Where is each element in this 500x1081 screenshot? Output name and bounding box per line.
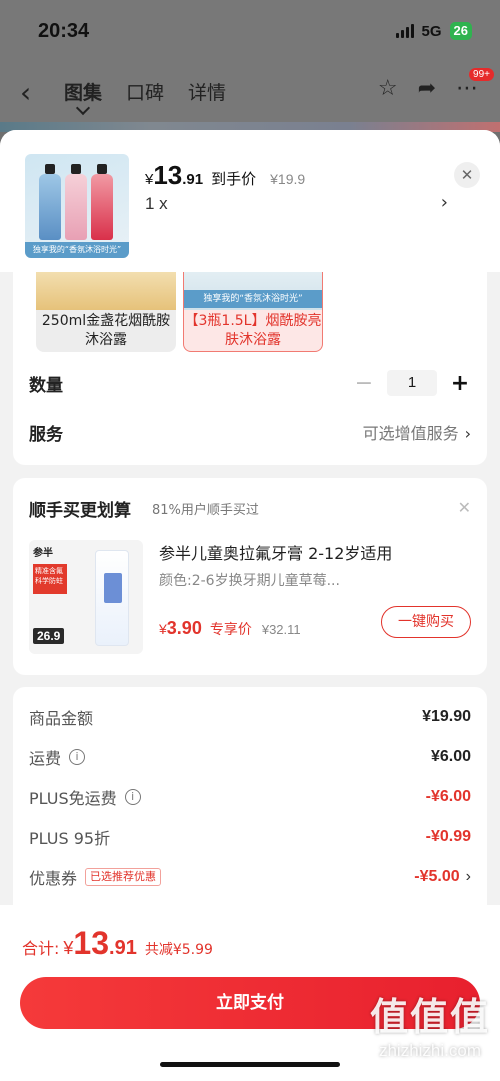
order-total: 合计: ¥ 13 .91 共减¥5.99 [22, 925, 213, 961]
status-bar: 20:34 5G 26 [0, 0, 500, 62]
watermark-logo: 值值值 [369, 995, 490, 1039]
image-price-tag: 26.9 [33, 628, 65, 644]
summary-row-subtotal: 商品金额 ¥19.90 [29, 708, 471, 728]
battery-icon: 26 [449, 22, 472, 40]
price-summary-card: 商品金额 ¥19.90 运费 i ¥6.00 PLUS免运费 i -¥6.00 PL… [13, 687, 487, 927]
summary-row-shipping: 运费 i ¥6.00 [29, 748, 471, 768]
product-price: ¥ 13 .91 到手价 ¥19.9 [145, 160, 306, 190]
recommended-product-variant: 颜色:2-6岁换牙期儿童草莓... [159, 573, 340, 589]
bottle-pink [65, 164, 87, 240]
share-icon[interactable]: ➦ [418, 76, 436, 101]
product-thumbnail: 独享我的“香氛沐浴时光” [25, 154, 129, 258]
star-icon[interactable]: ☆ [378, 76, 398, 101]
bottle-blue [39, 164, 61, 240]
variant-option-2[interactable]: 独享我的“香氛沐浴时光” 【3瓶1.5L】烟酰胺亮肤沐浴露 [183, 260, 323, 352]
chevron-right-icon: › [464, 424, 471, 443]
one-click-buy-button[interactable]: 一键购买 [381, 606, 471, 638]
price-label: 到手价 [211, 170, 257, 188]
coupon-value: -¥5.00 › [414, 868, 471, 885]
chevron-right-icon[interactable]: › [441, 192, 448, 213]
variant-caption: 独享我的“香氛沐浴时光” [184, 290, 322, 308]
tab-reviews[interactable]: 口碑 [126, 78, 164, 105]
summary-row-plus-free-shipping: PLUS免运费 i -¥6.00 [29, 788, 471, 808]
total-savings: 共减¥5.99 [144, 942, 213, 958]
quantity-input[interactable]: 1 [387, 370, 437, 396]
close-button[interactable]: ✕ [454, 162, 480, 188]
nav-tabs: 图集 口碑 详情 [64, 78, 226, 105]
recommendation-title: 顺手买更划算 [29, 501, 131, 521]
tab-gallery[interactable]: 图集 [64, 78, 102, 105]
status-time: 20:34 [38, 20, 90, 42]
summary-row-plus-discount: PLUS 95折 -¥0.99 [29, 828, 471, 848]
variant-option-1[interactable]: 250ml金盏花烟酰胺沐浴露 [36, 260, 176, 352]
service-label: 服务 [29, 424, 63, 445]
decrement-button[interactable]: − [353, 371, 375, 396]
info-icon[interactable]: i [69, 749, 86, 765]
service-row[interactable]: 服务 可选增值服务 › [29, 412, 471, 452]
thumbnail-caption: 独享我的“香氛沐浴时光” [25, 242, 129, 258]
variant-label: 250ml金盏花烟酰胺沐浴露 [41, 313, 171, 348]
coupon-tag: 已选推荐优惠 [85, 868, 162, 886]
recommended-product-price: ¥ 3.90 专享价 ¥32.11 [159, 618, 301, 638]
network-label: 5G [421, 22, 442, 40]
quantity-label: 数量 [29, 375, 63, 396]
recommended-product-image[interactable]: 参半 精准含氟科学防蛀 26.9 [29, 540, 143, 654]
chevron-right-icon: › [465, 868, 471, 885]
quantity-row: 数量 − 1 + [29, 363, 471, 403]
brand-label: 参半 [33, 548, 53, 559]
quantity-stepper: − 1 + [353, 370, 471, 396]
watermark-url: zhizhizhi.com [378, 1041, 482, 1060]
home-indicator[interactable] [160, 1062, 340, 1067]
nav-icons: ☆ ➦ ⋯ [378, 76, 478, 101]
checkout-footer: 合计: ¥ 13 .91 共减¥5.99 立即支付 值值值 zhizhizhi.… [0, 905, 500, 1081]
summary-row-coupon[interactable]: 优惠券 已选推荐优惠 -¥5.00 › [29, 865, 471, 889]
message-badge: 99+ [469, 68, 494, 81]
toothpaste-tube [95, 550, 129, 646]
tab-details[interactable]: 详情 [188, 78, 226, 105]
service-value: 可选增值服务 › [362, 424, 471, 443]
recommendation-subtitle: 81%用户顺手买过 [152, 503, 259, 518]
info-icon[interactable]: i [124, 789, 141, 805]
sheet-header: 独享我的“香氛沐浴时光” ¥ 13 .91 到手价 ¥19.9 1 x › ✕ [0, 130, 500, 272]
signal-icon [395, 24, 414, 38]
purchase-sheet: 独享我的“香氛沐浴时光” ¥ 13 .91 到手价 ¥19.9 1 x › ✕ … [0, 130, 500, 1081]
top-nav: ‹ 图集 口碑 详情 ☆ ➦ ⋯ 99+ [0, 62, 500, 122]
original-price: ¥19.9 [270, 171, 306, 187]
status-right: 5G 26 [395, 22, 472, 40]
variant-label: 【3瓶1.5L】烟酰胺亮肤沐浴露 [184, 313, 322, 348]
recommendation-card: 顺手买更划算 81%用户顺手买过 ✕ 参半 精准含氟科学防蛀 26.9 参半儿童… [13, 478, 487, 675]
selected-quantity: 1 x [145, 194, 168, 213]
back-icon[interactable]: ‹ [20, 76, 31, 109]
close-icon[interactable]: ✕ [458, 498, 471, 517]
bottle-red [91, 164, 113, 240]
recommended-product-name[interactable]: 参半儿童奥拉氟牙膏 2-12岁适用 [159, 540, 392, 564]
feature-badge: 精准含氟科学防蛀 [33, 564, 67, 594]
options-card: 250ml金盏花烟酰胺沐浴露 独享我的“香氛沐浴时光” 【3瓶1.5L】烟酰胺亮… [13, 260, 487, 465]
increment-button[interactable]: + [449, 371, 471, 396]
watermark: 值值值 zhizhizhi.com [370, 986, 490, 1061]
